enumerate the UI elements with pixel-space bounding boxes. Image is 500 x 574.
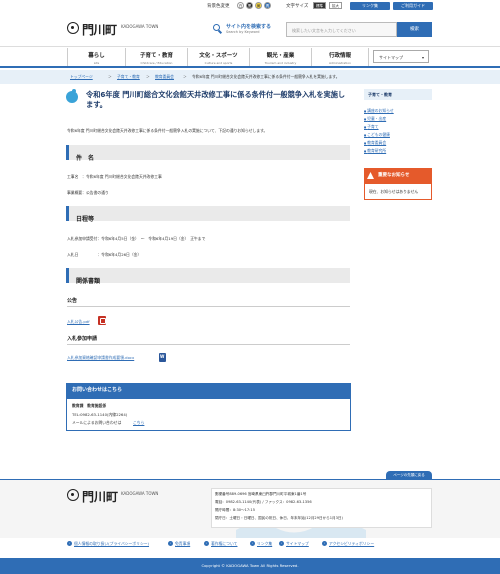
footer-closed-days: 閉庁日：土曜日・日曜日、国民の祝日、休日、年末年始(12月29日から1月3日)	[215, 516, 343, 520]
construction-name: 工事名 ：令和6年度 門川町総合文化会館天井改修工事	[67, 174, 162, 179]
sidebar-item-education-board[interactable]: 教育委員会	[364, 140, 386, 146]
application-docx-link[interactable]: 入札参加資格確認申請書作成要領.docx	[67, 355, 134, 361]
intro-text: 令和6年度 門川町総合文化会館天井改修工事に係る条件付一般競争入札の実施について…	[67, 128, 268, 133]
footer-logo-en: KADOGAWA TOWN	[121, 491, 159, 496]
footer-hours: 開庁時間：8:30～17:15	[215, 508, 255, 512]
important-notice-heading: 重要なお知らせ	[364, 168, 432, 183]
breadcrumb-sep: ＞	[146, 74, 150, 79]
town-emblem-icon[interactable]	[67, 22, 79, 34]
nav-administration[interactable]: 行政情報 Administration	[311, 48, 369, 66]
font-size-label: 文字サイズ	[286, 4, 309, 9]
sub-heading-application: 入札参加申請	[67, 336, 98, 342]
bg-yellow-button[interactable]: 黄	[255, 2, 262, 9]
breadcrumb-education[interactable]: 教育委員会	[155, 74, 174, 80]
search-label: サイト内を検索する	[226, 24, 272, 30]
contact-tel: TEL:0982-63-1140(内線2264)	[72, 412, 128, 417]
search-button[interactable]: 検索	[397, 22, 432, 37]
search-icon	[213, 24, 220, 31]
bid-date: 入札日 ：令和6年4月26日（金）	[67, 252, 142, 257]
footer-emblem-icon	[67, 489, 79, 501]
section-heading-documents: 関係書類	[66, 268, 350, 285]
breadcrumb-sep: ＞	[183, 74, 187, 79]
chevron-right-icon: ›	[67, 541, 72, 546]
site-logo[interactable]: 門川町	[82, 21, 117, 38]
project-summary: 事業概要：公告書の通り	[67, 190, 109, 195]
nav-life[interactable]: 暮らし Life	[67, 48, 125, 66]
breadcrumb-childcare[interactable]: 子育て・教育	[117, 74, 140, 80]
sidebar-item-birth[interactable]: 児童・出産	[364, 116, 386, 122]
chevron-right-icon: ›	[279, 541, 284, 546]
sidebar-heading: 子育て・教育	[364, 89, 432, 100]
divider	[67, 344, 350, 345]
chevron-right-icon: ›	[168, 541, 173, 546]
footer-link-privacy[interactable]: 個人情報の取り扱い(プライバシーポリシー)	[74, 541, 149, 547]
footer-logo: 門川町	[82, 490, 119, 504]
nav-childcare[interactable]: 子育て・教育 Childcare / Education	[125, 48, 187, 66]
chevron-right-icon: ›	[250, 541, 255, 546]
chevron-right-icon: ›	[322, 541, 327, 546]
bg-color-label: 背景色変更	[207, 4, 230, 9]
sidebar-item-research[interactable]: 教育研究所	[364, 148, 386, 154]
sub-heading-notice: 公告	[67, 298, 78, 304]
sidebar-item-lectures[interactable]: 講座のお知らせ	[364, 108, 394, 114]
font-large-button[interactable]: 拡大	[329, 2, 342, 9]
notice-pdf-link[interactable]: 入札公告.pdf	[67, 319, 90, 325]
copyright: Copyright © KADOGAWA Town All Rights Res…	[0, 558, 500, 574]
pdf-icon	[98, 316, 106, 325]
link-collection-button[interactable]: リンク集	[350, 2, 390, 10]
bg-black-button[interactable]: 黒	[246, 2, 253, 9]
footer-link-links[interactable]: リンク集	[257, 541, 272, 547]
footer-link-sitemap[interactable]: サイトマップ	[286, 541, 309, 547]
nav-tourism[interactable]: 観光・産業 Tourism and industry	[249, 48, 311, 66]
breadcrumb-current: 令和6年度 門川町総合文化会館天井改修工事に係る条件付一般競争入札を実施します。	[192, 74, 340, 79]
sidebar-item-childcare[interactable]: 子育て	[364, 124, 378, 130]
footer-link-accessibility[interactable]: アクセシビリティポリシー	[329, 541, 374, 547]
footer-phone: 電話：0982-63-1140(代表) / ファックス：0982-63-1356	[215, 500, 312, 504]
page-title: 令和6年度 門川町総合文化会館天井改修工事に係る条件付一般競争入札を実施します。	[86, 90, 346, 109]
contact-mail-link[interactable]: こちら	[133, 420, 144, 426]
sidebar-item-child-health[interactable]: こどもの健康	[364, 132, 390, 138]
application-period: 入札参加申請受付：令和6年4月5日（金） ～ 令和6年4月19日（金） 正午まで	[67, 236, 206, 241]
search-sublabel: Search by Keyword	[226, 30, 260, 34]
divider	[67, 306, 350, 307]
search-input[interactable]: 検索したい文言を入力してください	[286, 22, 397, 37]
bg-blue-button[interactable]: 青	[264, 2, 271, 9]
word-doc-icon	[159, 353, 166, 362]
usage-guide-button[interactable]: ご利用ガイド	[393, 2, 433, 10]
site-logo-en: KADOGAWA TOWN	[121, 24, 159, 29]
contact-mail-text: メールによるお問い合わせは	[72, 420, 122, 425]
contact-heading: お問い合わせはこちら	[66, 383, 351, 398]
bg-white-button[interactable]: 白	[237, 2, 244, 9]
sitemap-dropdown[interactable]: サイトマップ	[373, 50, 429, 64]
section-heading-subject: 件 名	[66, 145, 350, 162]
title-bubble-icon	[66, 89, 78, 103]
important-notice-text: 現在、お知らせはありません	[364, 183, 432, 200]
nav-culture[interactable]: 文化・スポーツ Culture and sports	[187, 48, 249, 66]
footer-link-disclaimer[interactable]: 免責事項	[175, 541, 190, 547]
chevron-right-icon: ›	[204, 541, 209, 546]
contact-dept: 教育課 教育施設係	[72, 403, 107, 408]
breadcrumb-top[interactable]: トップページ	[70, 74, 93, 80]
page-top-button[interactable]: ページの先頭に戻る	[386, 471, 432, 479]
font-standard-button[interactable]: 標準	[313, 2, 326, 9]
footer-link-copyright[interactable]: 著作権について	[211, 541, 237, 547]
breadcrumb-sep: ＞	[108, 74, 112, 79]
footer-address: 郵便番号889-0696 宮崎県東臼杵郡門川町平城東1番1号	[215, 492, 307, 496]
section-heading-schedule: 日程等	[66, 206, 350, 223]
